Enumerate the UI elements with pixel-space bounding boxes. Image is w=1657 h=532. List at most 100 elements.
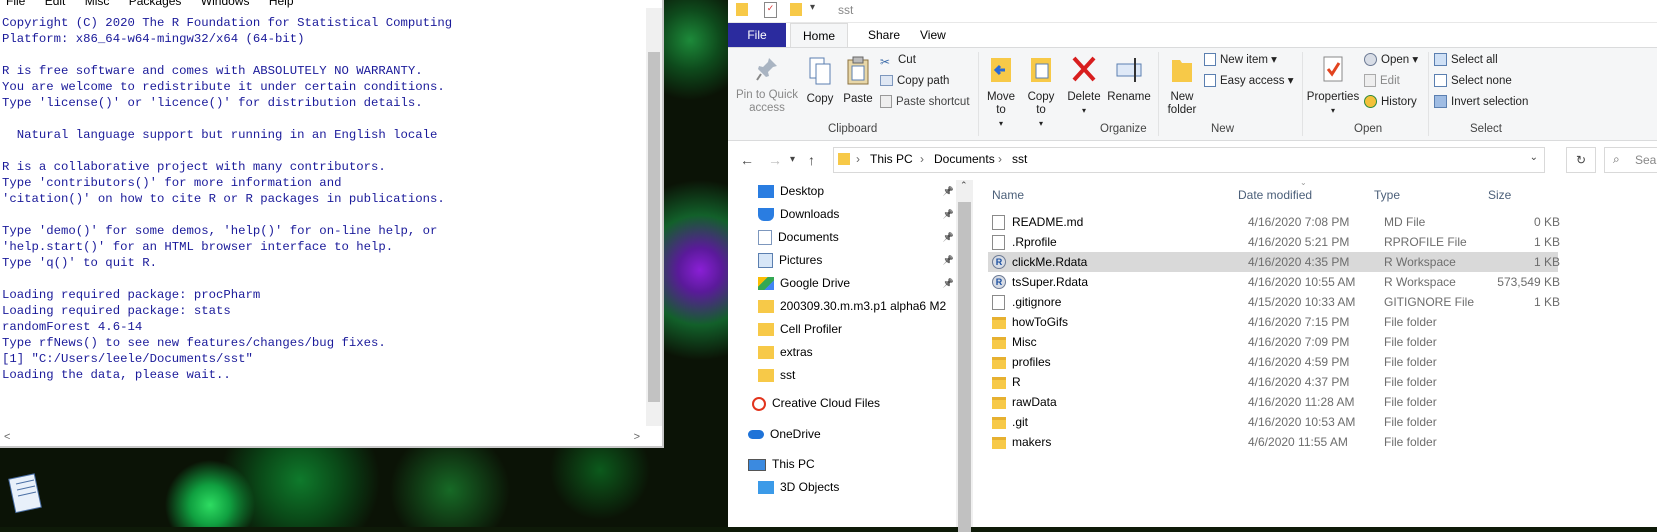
tab-home[interactable]: Home	[790, 23, 849, 48]
forward-arrow-icon[interactable]: →	[768, 152, 782, 168]
nav-scroll-thumb[interactable]	[958, 202, 971, 532]
file-row[interactable]: makers 4/6/2020 11:55 AM File folder	[988, 432, 1558, 452]
cut-button[interactable]: ✂ Cut	[880, 52, 916, 69]
r-vertical-scrollbar[interactable]	[646, 8, 662, 426]
tab-file[interactable]: File	[728, 23, 786, 47]
nav-item[interactable]: sst	[758, 364, 954, 386]
nav-item-label: Pictures	[779, 253, 823, 267]
file-name: .Rprofile	[1012, 235, 1057, 249]
breadcrumb-sst[interactable]: sst	[1012, 152, 1027, 166]
column-header-name[interactable]: Name	[992, 188, 1024, 202]
r-scroll-thumb[interactable]	[648, 52, 660, 402]
select-none-button[interactable]: Select none	[1434, 73, 1512, 89]
search-box[interactable]: ⌕ Sear	[1604, 147, 1657, 173]
new-item-button[interactable]: New item ▾	[1204, 52, 1277, 68]
nav-item[interactable]: Google Drive 📌	[758, 272, 954, 294]
file-size: 573,549 KB	[1497, 275, 1560, 289]
edit-button[interactable]: Edit	[1364, 73, 1400, 89]
nav-scroll-up-icon[interactable]: ⌃	[960, 180, 968, 191]
easy-access-button[interactable]: Easy access ▾	[1204, 73, 1294, 89]
nav-item[interactable]: Downloads 📌	[758, 203, 954, 225]
nav-scrollbar[interactable]: ⌃	[956, 180, 973, 532]
file-row[interactable]: README.md 4/16/2020 7:08 PM MD File 0 KB	[988, 212, 1560, 232]
nav-item[interactable]: This PC	[748, 453, 954, 475]
nav-item[interactable]: 200309.30.m.m3.p1 alpha6 M2	[758, 295, 954, 317]
history-button[interactable]: History	[1364, 94, 1417, 110]
file-name: tsSuper.Rdata	[1012, 275, 1089, 289]
nav-item[interactable]: Creative Cloud Files	[752, 392, 954, 414]
move-to-button[interactable]: Move to ▾	[982, 54, 1020, 130]
pin-icon[interactable]: 📌	[943, 226, 954, 248]
file-name: README.md	[1012, 215, 1084, 229]
new-folder-qat-icon[interactable]	[790, 3, 802, 16]
nav-item[interactable]: OneDrive	[748, 423, 954, 445]
properties-qat-icon[interactable]: ✓	[764, 2, 777, 18]
tab-view[interactable]: View	[908, 23, 958, 47]
file-row[interactable]: RclickMe.Rdata 4/16/2020 4:35 PM R Workspa…	[988, 252, 1560, 272]
address-dropdown-icon[interactable]: ⌄	[1530, 152, 1538, 163]
file-row[interactable]: .Rprofile 4/16/2020 5:21 PM RPROFILE File 1…	[988, 232, 1560, 252]
nav-item[interactable]: extras	[758, 341, 954, 363]
file-row[interactable]: profiles 4/16/2020 4:59 PM File folder	[988, 352, 1558, 372]
file-row[interactable]: rawData 4/16/2020 11:28 AM File folder	[988, 392, 1558, 412]
file-row[interactable]: .gitignore 4/15/2020 10:33 AM GITIGNORE Fi…	[988, 292, 1560, 312]
address-bar[interactable]: › This PC › Documents › sst ⌄	[833, 147, 1545, 173]
file-row[interactable]: R 4/16/2020 4:37 PM File folder	[988, 372, 1558, 392]
nav-item[interactable]: Pictures 📌	[758, 249, 954, 271]
paste-shortcut-button[interactable]: Paste shortcut	[880, 94, 970, 110]
invert-selection-button[interactable]: Invert selection	[1434, 94, 1528, 110]
file-type: File folder	[1384, 375, 1437, 389]
menu-windows[interactable]: Windows	[201, 0, 250, 8]
copy-button[interactable]: Copy	[802, 56, 838, 106]
new-folder-icon	[1172, 60, 1192, 82]
qat-dropdown-icon[interactable]: ▾	[810, 2, 815, 13]
r-console-window[interactable]: File Edit Misc Packages Windows Help Cop…	[0, 0, 664, 448]
file-row[interactable]: Misc 4/16/2020 7:09 PM File folder	[988, 332, 1558, 352]
breadcrumb-this-pc[interactable]: This PC	[870, 152, 913, 166]
pin-icon[interactable]: 📌	[943, 203, 954, 225]
column-header-size[interactable]: Size	[1488, 188, 1511, 202]
nav-item[interactable]: Desktop 📌	[758, 180, 954, 202]
scroll-right-icon[interactable]: >	[634, 431, 640, 443]
menu-edit[interactable]: Edit	[45, 0, 66, 8]
delete-button[interactable]: Delete ▾	[1064, 54, 1104, 117]
select-all-button[interactable]: Select all	[1434, 52, 1498, 68]
menu-packages[interactable]: Packages	[129, 0, 182, 8]
new-folder-button[interactable]: New folder	[1162, 54, 1202, 117]
breadcrumb-documents[interactable]: Documents	[934, 152, 995, 166]
tab-share[interactable]: Share	[856, 23, 912, 47]
nav-item[interactable]: 3D Objects	[758, 476, 954, 498]
file-row[interactable]: .git 4/16/2020 10:53 AM File folder	[988, 412, 1558, 432]
notepad-desktop-icon[interactable]	[6, 470, 46, 516]
menu-help[interactable]: Help	[269, 0, 294, 8]
recent-chevron-icon[interactable]: ▾	[790, 154, 795, 165]
nav-item[interactable]: Documents 📌	[758, 226, 954, 248]
paste-shortcut-icon	[880, 95, 892, 109]
pin-icon[interactable]: 📌	[943, 272, 954, 294]
column-header-date[interactable]: Date modified	[1238, 188, 1312, 202]
r-console-output[interactable]: Copyright (C) 2020 The R Foundation for …	[2, 15, 452, 383]
copy-path-button[interactable]: Copy path	[880, 73, 949, 89]
menu-misc[interactable]: Misc	[85, 0, 110, 8]
menu-file[interactable]: File	[6, 0, 25, 8]
copy-to-button[interactable]: Copy to ▾	[1022, 54, 1060, 130]
quick-access-toolbar: ✓ ▾ sst	[728, 0, 1657, 23]
file-row[interactable]: RtsSuper.Rdata 4/16/2020 10:55 AM R Worksp…	[988, 272, 1560, 292]
up-arrow-icon[interactable]: ↑	[808, 152, 815, 168]
pin-to-quick-access-button[interactable]: Pin to Quick access	[734, 56, 800, 115]
new-item-icon	[1204, 53, 1216, 67]
r-horizontal-scrollbar[interactable]: < >	[0, 430, 644, 446]
paste-button[interactable]: Paste	[840, 56, 876, 106]
pin-icon[interactable]: 📌	[943, 249, 954, 271]
back-arrow-icon[interactable]: ←	[740, 152, 754, 168]
properties-button[interactable]: Properties ▾	[1306, 54, 1360, 117]
open-button[interactable]: Open ▾	[1364, 52, 1418, 68]
refresh-button[interactable]: ↻	[1566, 147, 1596, 173]
file-row[interactable]: howToGifs 4/16/2020 7:15 PM File folder	[988, 312, 1558, 332]
nav-item[interactable]: Cell Profiler	[758, 318, 954, 340]
rename-button[interactable]: Rename	[1106, 54, 1152, 104]
pin-icon[interactable]: 📌	[943, 180, 954, 202]
scroll-left-icon[interactable]: <	[4, 431, 10, 443]
column-header-type[interactable]: Type	[1374, 188, 1400, 202]
r-workspace-icon: R	[992, 275, 1006, 289]
